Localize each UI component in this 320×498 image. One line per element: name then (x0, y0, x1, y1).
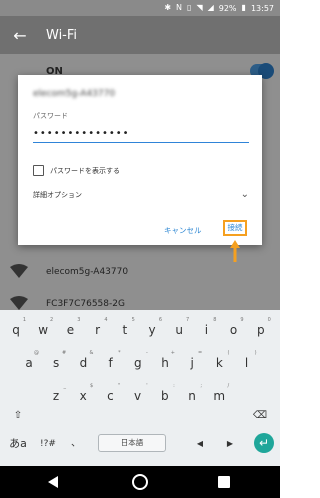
nfc-icon: N (176, 3, 183, 12)
signal-icon: ◢ (207, 3, 214, 12)
nav-home-icon[interactable] (132, 474, 148, 490)
key-u[interactable]: 7u (167, 316, 191, 344)
password-input[interactable] (33, 125, 249, 143)
vibrate-icon: ▯ (187, 3, 192, 12)
wifi-password-dialog: elecom5g-A43770 パスワード パスワードを表示する 詳細オプション… (18, 75, 262, 245)
key-label: a (25, 356, 33, 370)
key-y[interactable]: 6y (140, 316, 164, 344)
key-label: q (12, 323, 20, 337)
symbols-key[interactable]: !?# (36, 430, 60, 458)
key-label: y (148, 323, 156, 337)
nav-recents-icon[interactable] (218, 476, 230, 488)
cursor-left-key[interactable]: ◀ (192, 430, 208, 458)
key-label: b (160, 389, 169, 403)
key-t[interactable]: 5t (113, 316, 137, 344)
key-label: i (204, 323, 209, 337)
key-label: d (79, 356, 88, 370)
advanced-options-label: 詳細オプション (33, 190, 82, 199)
key-label: n (188, 389, 196, 403)
show-password-label: パスワードを表示する (50, 166, 120, 175)
key-x[interactable]: $ x (71, 382, 95, 410)
wifi-signal-icon (10, 264, 28, 278)
connect-button[interactable]: 接続 (223, 220, 247, 236)
wifi-network-name: elecom5g-A43770 (46, 267, 129, 277)
key-h[interactable]: + h (153, 349, 177, 377)
key-q[interactable]: 1q (4, 316, 28, 344)
key-label: z (52, 389, 60, 403)
key-a[interactable]: @ a (17, 349, 41, 377)
battery-icon: ▮ (241, 3, 246, 12)
key-w[interactable]: 2w (31, 316, 55, 344)
wifi-network-name: FC3F7C76558-2G (46, 299, 125, 309)
key-c[interactable]: " c (98, 382, 122, 410)
key-n[interactable]: ; n (180, 382, 204, 410)
key-e[interactable]: 3e (58, 316, 82, 344)
key-f[interactable]: * f (99, 349, 123, 377)
password-label: パスワード (33, 112, 68, 120)
language-toggle-key[interactable]: あa (4, 430, 32, 458)
key-p[interactable]: 0p (249, 316, 273, 344)
key-label: k (215, 356, 223, 370)
battery-percent: 92% (218, 3, 237, 13)
key-label: h (161, 356, 169, 370)
key-k[interactable]: (k (207, 349, 231, 377)
key-label: m (213, 389, 226, 403)
key-b[interactable]: :b (153, 382, 177, 410)
soft-keyboard: ⇧ ⌫ あa !?# 、 日本語 ◀ ▶ ↵ 1q2w3e4r5t6y7u8i9… (0, 310, 280, 466)
nav-back-icon[interactable] (48, 476, 58, 488)
key-label: e (66, 323, 75, 337)
chevron-down-icon: ⌄ (240, 189, 249, 200)
key-g[interactable]: -g (126, 349, 150, 377)
bluetooth-icon: ✱ (164, 3, 172, 12)
key-label: w (38, 323, 49, 337)
advanced-options-row[interactable]: 詳細オプション ⌄ (33, 189, 249, 200)
app-bar: ← Wi-Fi (0, 16, 280, 54)
key-label: o (229, 323, 238, 337)
dialog-network-name: elecom5g-A43770 (33, 89, 116, 99)
key-label: v (134, 389, 142, 403)
key-s[interactable]: # s (44, 349, 68, 377)
wifi-network-item[interactable]: elecom5g-A43770 (0, 258, 280, 286)
comma-key[interactable]: 、 (66, 430, 86, 458)
key-j[interactable]: = j (180, 349, 204, 377)
backspace-key[interactable]: ⌫ (248, 402, 272, 430)
key-o[interactable]: 9o (222, 316, 246, 344)
key-label: c (107, 389, 114, 403)
status-bar: ✱ N ▯ ◥ ◢ 92% ▮ 13:57 (0, 0, 280, 16)
page-title: Wi-Fi (46, 27, 78, 43)
key-label: l (244, 356, 249, 370)
key-r[interactable]: 4r (86, 316, 110, 344)
key-label: p (256, 323, 265, 337)
key-m[interactable]: / m (207, 382, 231, 410)
key-label: s (53, 356, 60, 370)
key-z[interactable]: _ z (44, 382, 68, 410)
back-arrow-icon[interactable]: ← (0, 26, 40, 45)
clock: 13:57 (250, 3, 274, 13)
highlight-arrow-icon (230, 240, 240, 262)
shift-key[interactable]: ⇧ (6, 402, 30, 430)
space-key[interactable]: 日本語 (98, 434, 166, 452)
cursor-right-key[interactable]: ▶ (222, 430, 238, 458)
key-d[interactable]: & d (71, 349, 95, 377)
key-label: j (190, 356, 194, 370)
key-label: f (108, 356, 113, 370)
cancel-button[interactable]: キャンセル (164, 225, 202, 236)
key-l[interactable]: ) l (235, 349, 259, 377)
navigation-bar (0, 466, 280, 498)
key-label: g (133, 356, 142, 370)
wifi-signal-icon (10, 296, 28, 310)
wifi-icon: ◥ (196, 3, 203, 12)
key-label: t (122, 323, 128, 337)
show-password-row[interactable]: パスワードを表示する (33, 165, 120, 176)
key-label: r (95, 323, 101, 337)
key-label: x (79, 389, 87, 403)
enter-key[interactable]: ↵ (254, 433, 274, 453)
key-i[interactable]: 8i (194, 316, 218, 344)
key-label: u (175, 323, 183, 337)
show-password-checkbox[interactable] (33, 165, 44, 176)
key-v[interactable]: ' v (126, 382, 150, 410)
